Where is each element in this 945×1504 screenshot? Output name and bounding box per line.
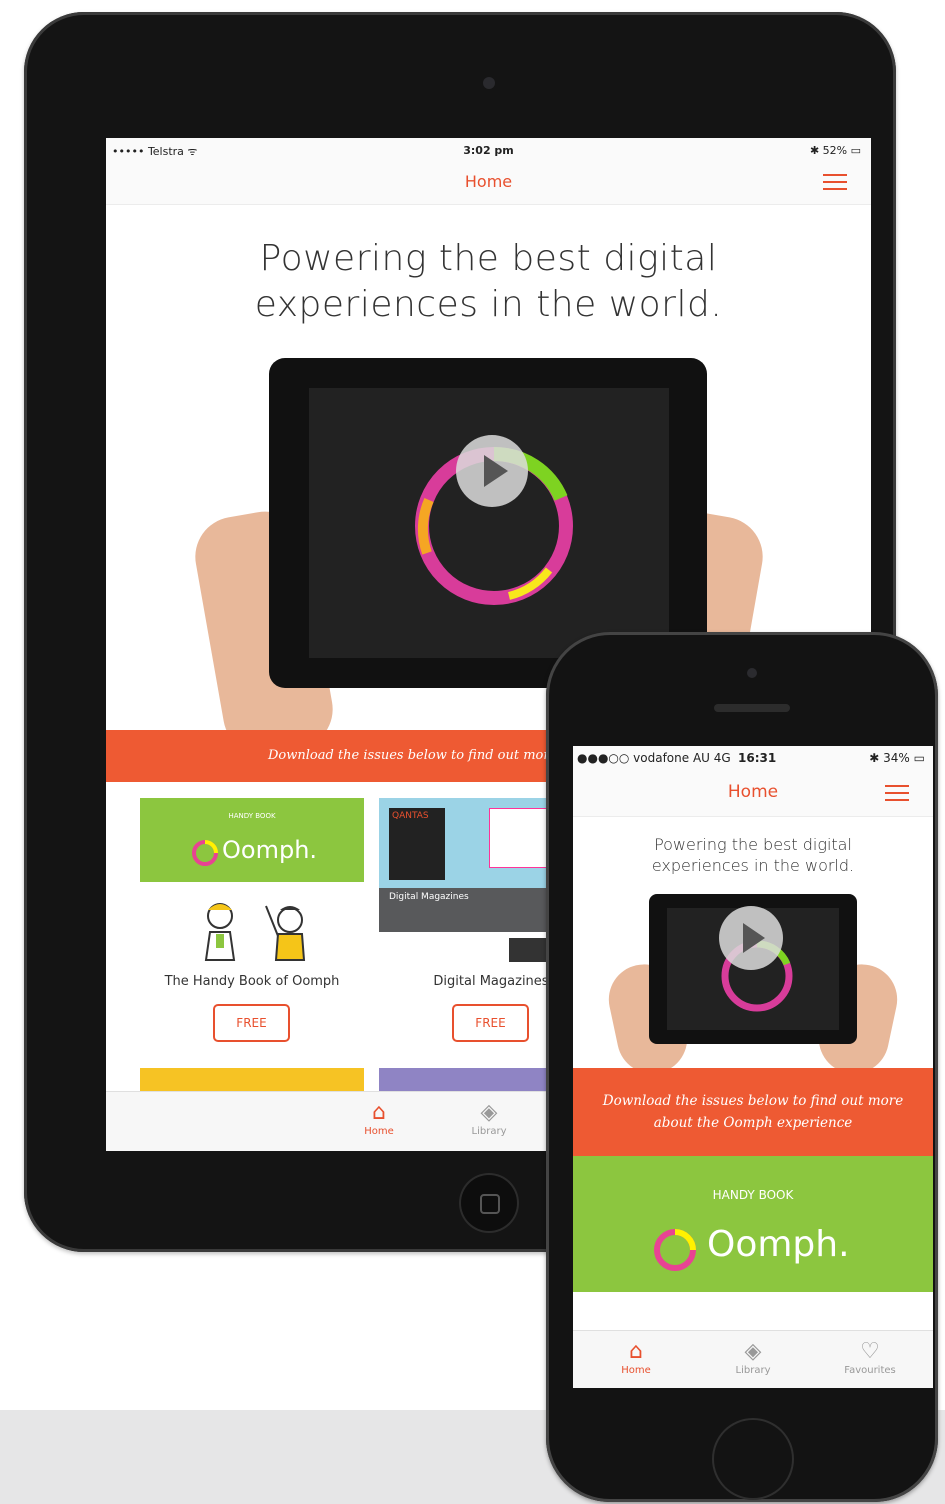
oomph-ring-icon (654, 1229, 696, 1271)
status-bar: ●●●○○ vodafone AU 4G 16:31 ✱ 34% ▭ (573, 746, 933, 770)
oomph-logo-text: Oomph. (707, 1224, 850, 1265)
navigation-bar: Home (573, 770, 933, 817)
characters-illustration (204, 903, 306, 961)
banner-line-2: about the Oomph experience (653, 1115, 853, 1131)
oomph-ring-icon (192, 840, 218, 866)
headline: Powering the best digital experiences in… (106, 236, 871, 328)
home-button[interactable] (714, 1420, 792, 1498)
issue-thumbnail[interactable]: HANDY BOOK Oomph. (573, 1156, 933, 1292)
tab-label: Library (735, 1365, 771, 1376)
carrier-signal: ●●●○○ vodafone AU 4G (577, 751, 731, 765)
home-button[interactable] (461, 1175, 517, 1231)
tab-favourites[interactable]: ♡ Favourites (835, 1339, 905, 1376)
heart-icon: ♡ (860, 1339, 880, 1364)
play-icon[interactable] (456, 435, 528, 507)
tab-label: Home (364, 1126, 394, 1137)
status-bar: ••••• Telstra ᯤ 3:02 pm ✱ 52% ▭ (106, 138, 871, 162)
banner-line-1: Download the issues below to find out mo… (602, 1093, 904, 1109)
tab-label: Home (621, 1365, 651, 1376)
library-icon: ◈ (480, 1100, 498, 1125)
oomph-ring-graphic (415, 446, 573, 605)
battery-status: ✱ 34% ▭ (869, 751, 925, 765)
card-thumbnail: HANDY BOOK Oomph. (140, 798, 364, 882)
iphone-screen: ●●●○○ vodafone AU 4G 16:31 ✱ 34% ▭ Home … (573, 746, 933, 1388)
status-time: 3:02 pm (463, 144, 514, 157)
tab-home[interactable]: ⌂ Home (601, 1339, 671, 1376)
headline: Powering the best digital experiences in… (573, 834, 933, 876)
headline-line-1: Powering the best digital (654, 835, 852, 854)
cover-title: QANTAS (392, 811, 429, 821)
page-title: Home (727, 782, 779, 802)
thumb-small-text: HANDY BOOK (712, 1188, 794, 1202)
front-camera (483, 77, 495, 89)
home-icon: ⌂ (629, 1339, 643, 1364)
status-time: 16:31 (738, 751, 777, 765)
battery-status: ✱ 52% ▭ (809, 144, 861, 157)
tab-library[interactable]: ◈ Library (454, 1100, 524, 1137)
thumb-small-text: HANDY BOOK (228, 812, 276, 820)
promo-banner: Download the issues below to find out mo… (573, 1068, 933, 1156)
magazine-cover: QANTAS (389, 808, 445, 880)
free-button[interactable]: FREE (213, 1004, 290, 1042)
hamburger-icon[interactable] (823, 174, 847, 190)
hamburger-icon[interactable] (885, 785, 909, 801)
tab-home[interactable]: ⌂ Home (344, 1100, 414, 1137)
front-camera (747, 668, 757, 678)
page-title: Home (464, 172, 513, 191)
iphone-device: ●●●○○ vodafone AU 4G 16:31 ✱ 34% ▭ Home … (546, 632, 938, 1502)
hero-video[interactable] (602, 894, 904, 1081)
card-title: The Handy Book of Oomph (164, 974, 340, 989)
home-icon: ⌂ (372, 1100, 386, 1125)
tab-library[interactable]: ◈ Library (718, 1339, 788, 1376)
tab-bar: ⌂ Home ◈ Library ♡ Favourites (573, 1330, 933, 1388)
headline-line-1: Powering the best digital (259, 238, 718, 279)
navigation-bar: Home (106, 162, 871, 205)
tab-label: Library (471, 1126, 507, 1137)
headline-line-2: experiences in the world. (651, 856, 855, 875)
library-icon: ◈ (744, 1339, 762, 1364)
play-icon[interactable] (719, 906, 783, 970)
tab-label: Favourites (844, 1365, 896, 1376)
headline-line-2: experiences in the world. (254, 284, 723, 325)
earpiece-speaker (714, 704, 790, 712)
oomph-logo-text: Oomph. (222, 836, 318, 864)
free-button[interactable]: FREE (452, 1004, 529, 1042)
